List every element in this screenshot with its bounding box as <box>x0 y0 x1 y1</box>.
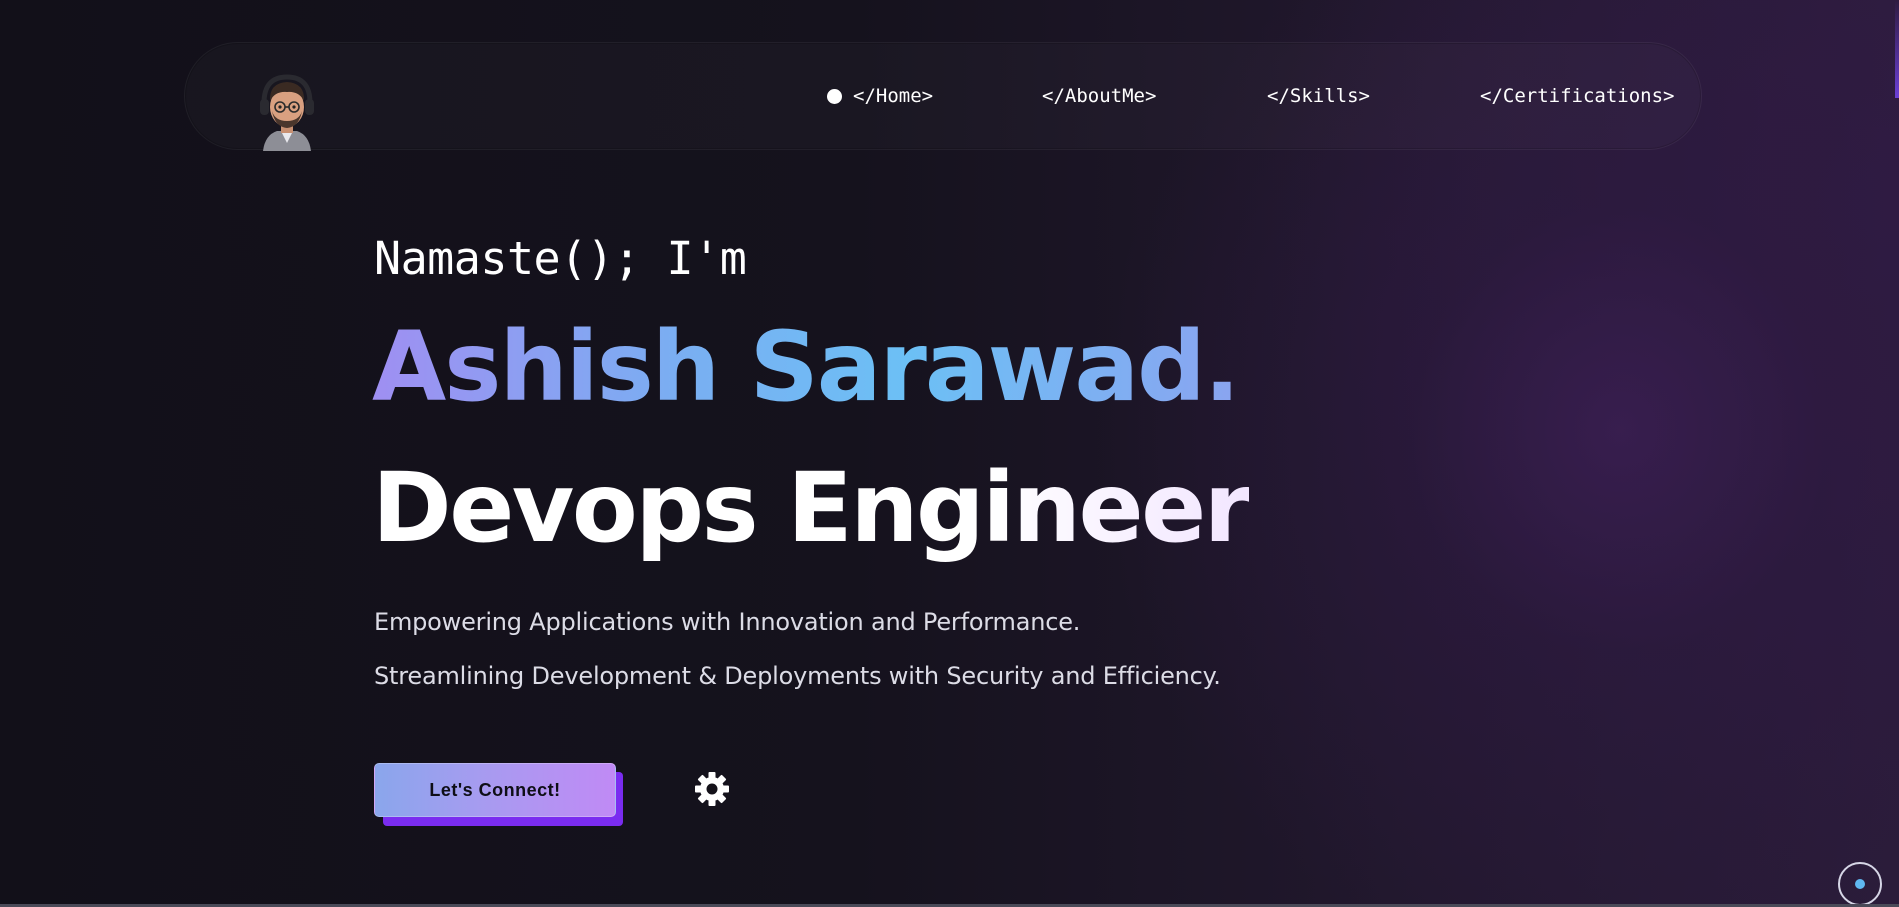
active-nav-dot-icon <box>827 89 842 104</box>
scroll-progress-bar <box>1895 0 1899 98</box>
hero-greeting: Namaste(); I'm <box>374 232 747 285</box>
hero-tagline-1: Empowering Applications with Innovation … <box>374 608 1081 636</box>
scroll-indicator-icon[interactable] <box>1838 862 1882 906</box>
hero-tagline-2: Streamlining Development & Deployments w… <box>374 662 1221 690</box>
lets-connect-wrapper: Let's Connect! <box>374 763 624 827</box>
hero-role: Devops Engineer <box>372 452 1251 564</box>
nav-item-aboutme[interactable]: </AboutMe> <box>1042 85 1156 107</box>
scroll-indicator-dot <box>1855 879 1865 889</box>
nav-item-home[interactable]: </Home> <box>853 85 933 107</box>
lets-connect-button[interactable]: Let's Connect! <box>374 763 616 817</box>
nav-item-skills[interactable]: </Skills> <box>1267 85 1370 107</box>
top-navbar: </Home> </AboutMe> </Skills> </Certifica… <box>184 42 1702 151</box>
gear-icon[interactable] <box>694 771 730 807</box>
nav-links: </Home> </AboutMe> </Skills> </Certifica… <box>185 43 1701 151</box>
nav-item-certifications[interactable]: </Certifications> <box>1480 85 1674 107</box>
hero-name: Ashish Sarawad. <box>372 311 1240 423</box>
